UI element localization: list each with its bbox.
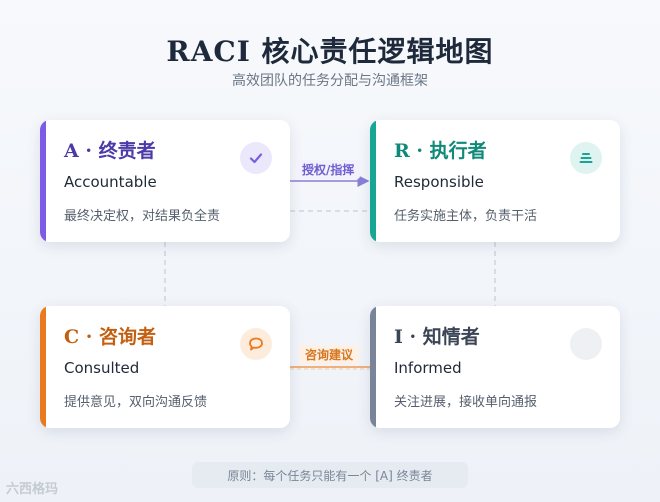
card-heading: I · 知情者 (394, 326, 480, 348)
card-responsible: R · 执行者 Responsible 任务实施主体，负责干活 (370, 120, 620, 242)
page-subtitle: 高效团队的任务分配与沟通框架 (232, 73, 428, 89)
card-heading: C · 咨询者 (64, 326, 156, 348)
accent-bar (370, 120, 376, 242)
card-description: 提供意见，双向沟通反馈 (64, 395, 208, 410)
card-english-label: Consulted (64, 359, 140, 377)
consult-label: 咨询建议 (299, 345, 360, 364)
principle-note: 原则：每个任务只能有一个 [A] 终责者 (192, 462, 468, 488)
card-accountable: A · 终责者 Accountable 最终决定权，对结果负全责 (40, 120, 290, 242)
speech-bubble-icon (240, 328, 272, 360)
card-consulted: C · 咨询者 Consulted 提供意见，双向沟通反馈 (40, 306, 290, 428)
card-heading: R · 执行者 (394, 140, 487, 162)
card-informed: I · 知情者 Informed 关注进展，接收单向通报 (370, 306, 620, 428)
card-heading: A · 终责者 (64, 140, 156, 162)
blank-circle-icon (570, 328, 602, 360)
card-description: 最终决定权，对结果负全责 (64, 209, 221, 224)
card-english-label: Accountable (64, 173, 157, 191)
card-english-label: Responsible (394, 173, 484, 191)
authorize-label: 授权/指挥 (296, 160, 361, 179)
accent-bar (40, 120, 46, 242)
card-description: 任务实施主体，负责干活 (394, 209, 538, 224)
list-lines-icon (570, 142, 602, 174)
page-title: RACI 核心责任逻辑地图 (166, 35, 494, 68)
checkmark-icon (240, 142, 272, 174)
card-description: 关注进展，接收单向通报 (394, 395, 538, 410)
watermark: 六西格玛 (6, 482, 59, 497)
card-english-label: Informed (394, 359, 462, 377)
accent-bar (370, 306, 376, 428)
accent-bar (40, 306, 46, 428)
